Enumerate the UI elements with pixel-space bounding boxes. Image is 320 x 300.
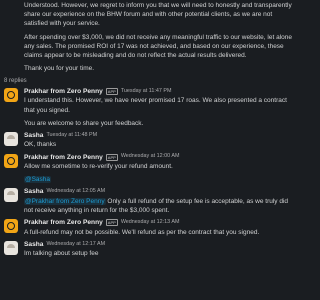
replies-count[interactable]: 8 replies (0, 76, 300, 86)
message-text: A full-refund may not be possible. We'll… (24, 228, 260, 236)
message-text: @Prakhar from Zero Penny Only a full ref… (24, 197, 294, 215)
avatar[interactable] (4, 88, 18, 103)
avatar[interactable] (4, 240, 18, 255)
timestamp[interactable]: Wednesday at 12:17 AM (46, 241, 105, 249)
timestamp[interactable]: Tuesday at 11:48 PM (46, 132, 97, 140)
avatar[interactable] (4, 188, 18, 203)
timestamp[interactable]: Wednesday at 12:13 AM (121, 219, 180, 227)
message-text: Allow me sometime to re-verify your refu… (24, 163, 173, 170)
app-badge: APP (105, 88, 118, 96)
message-text: OK, thanks (24, 141, 57, 149)
message-thread: Understood. However, we regret to inform… (0, 0, 300, 258)
author-name[interactable]: Prakhar from Zero Penny (24, 218, 103, 227)
user-mention[interactable]: @Prakhar from Zero Penny (24, 197, 106, 205)
app-badge: APP (105, 219, 118, 227)
reply-message: Sasha Wednesday at 12:05 AM @Prakhar fro… (0, 187, 300, 215)
message-paragraph: Understood. However, we regret to inform… (24, 2, 292, 28)
message-paragraph: After spending over $3,000, we did not r… (24, 33, 292, 60)
timestamp[interactable]: Tuesday at 11:47 PM (121, 88, 172, 96)
original-message: Understood. However, we regret to inform… (0, 0, 300, 74)
message-text: You are welcome to share your feedback. (24, 119, 144, 127)
message-text: Im talking about setup fee (24, 250, 99, 258)
author-name[interactable]: Sasha (24, 131, 43, 140)
reply-message: Prakhar from Zero Penny APP Wednesday at… (0, 218, 300, 237)
author-name[interactable]: Prakhar from Zero Penny (24, 87, 103, 96)
author-name[interactable]: Sasha (24, 187, 43, 196)
reply-message: Prakhar from Zero Penny APP Tuesday at 1… (0, 87, 300, 128)
author-name[interactable]: Sasha (24, 240, 43, 249)
reply-message: Prakhar from Zero Penny APP Wednesday at… (0, 153, 300, 185)
message-paragraph: Thank you for your time. (24, 65, 95, 73)
message-text: @Sasha (24, 175, 294, 184)
avatar[interactable] (4, 153, 18, 168)
user-mention[interactable]: @Sasha (24, 176, 52, 184)
reply-message: Sasha Wednesday at 12:17 AM Im talking a… (0, 240, 300, 259)
timestamp[interactable]: Wednesday at 12:05 AM (46, 188, 105, 196)
avatar[interactable] (4, 219, 18, 234)
timestamp[interactable]: Wednesday at 12:00 AM (121, 153, 180, 161)
message-text: I understand this. However, we have neve… (24, 97, 287, 114)
app-badge: APP (105, 153, 118, 161)
reply-message: Sasha Tuesday at 11:48 PM OK, thanks (0, 131, 300, 150)
author-name[interactable]: Prakhar from Zero Penny (24, 153, 103, 162)
avatar[interactable] (4, 132, 18, 147)
